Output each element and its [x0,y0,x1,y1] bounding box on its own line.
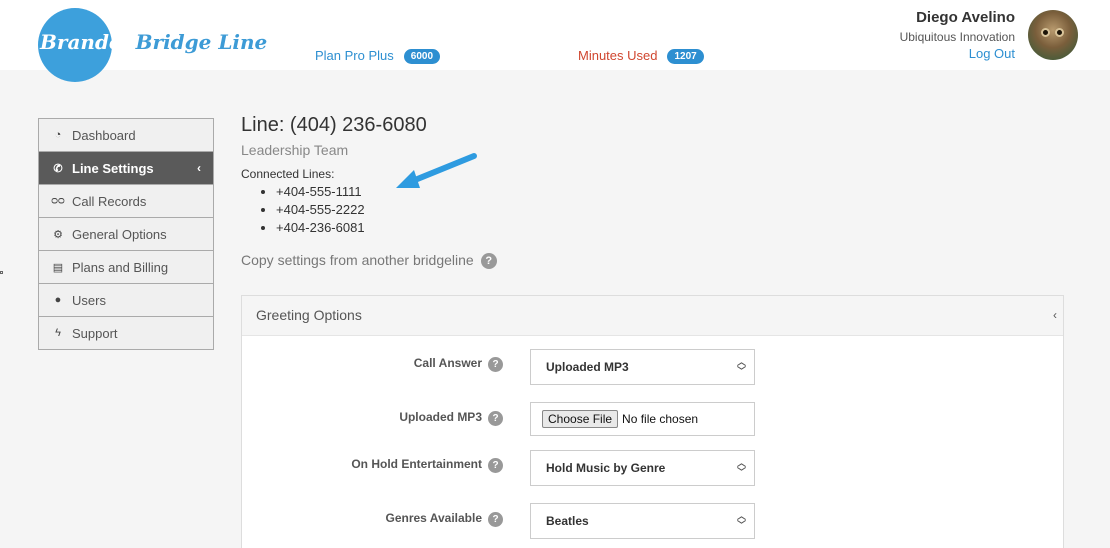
annotation-arrow-icon [396,153,477,188]
list-item: +404-236-6081 [276,219,365,237]
call-answer-label: Call Answer [413,356,482,370]
page-title: Line: (404) 236-6080 [241,114,427,136]
logo-text-branded: Branded [40,30,136,54]
voicemail-icon: ᴑᴑ [51,195,65,207]
sidebar-item-label: Line Settings [72,160,154,176]
sidebar-item-label: Dashboard [72,127,136,143]
chevron-left-icon: ‹ [197,161,201,175]
panel-header[interactable]: Greeting Options ‹ [242,296,1063,336]
connected-lines-label: Connected Lines: [241,167,335,181]
file-status: No file chosen [622,412,699,426]
connected-lines-list: +404-555-1111 +404-555-2222 +404-236-608… [261,183,365,237]
avatar-eye-right [1055,28,1064,37]
minutes-badge: 1207 [667,49,704,64]
genres-select[interactable]: Beatles ︿ ﹀ [530,503,755,539]
help-icon[interactable]: ? [488,357,503,372]
logo-text-bridgeline: Bridge Line [135,30,268,54]
list-item: +404-555-1111 [276,183,365,201]
minutes-indicator: Minutes Used 1207 [578,48,704,64]
mp3-file-input: Choose File No file chosen [530,402,755,436]
sidebar-item-plans-billing[interactable]: ▤ Plans and Billing [39,251,213,284]
choose-file-button[interactable]: Choose File [542,410,619,428]
up-down-chevron-icon: ︿ ﹀ [736,357,746,376]
minutes-label: Minutes Used [578,48,658,63]
user-name: Diego Avelino [916,9,1015,26]
logo-text[interactable]: BrandedBridge Line [40,30,267,54]
copy-settings-label: Copy settings from another bridgeline [241,252,474,268]
sidebar-item-label: Plans and Billing [72,259,169,275]
on-hold-label: On Hold Entertainment [351,457,482,471]
sidebar-item-general-options[interactable]: ⚙ General Options [39,218,213,251]
sidebar-item-line-settings[interactable]: ✆ Line Settings ‹ [39,152,213,185]
on-hold-select[interactable]: Hold Music by Genre ︿ ﹀ [530,450,755,486]
help-icon[interactable]: ? [480,253,497,270]
phone-icon: ✆ [53,162,63,175]
sidebar-item-label: Users [72,292,106,308]
top-header: BrandedBridge Line Plan Pro Plus 6000 Min… [0,0,1110,82]
sidebar-item-label: General Options [72,226,167,242]
uploaded-mp3-label: Uploaded MP3 [399,410,482,424]
bolt-icon: ϟ [55,327,61,339]
sidebar-item-support[interactable]: ϟ Support [39,317,213,350]
gauge-icon: ◔ [54,129,62,141]
help-icon[interactable]: ? [488,411,503,426]
user-icon: ● [54,294,62,306]
avatar-eye-left [1041,28,1050,37]
up-down-chevron-icon: ︿ ﹀ [736,458,746,477]
sidebar-item-call-records[interactable]: ᴑᴑ Call Records [39,185,213,218]
sidebar-item-label: Call Records [72,193,147,209]
genres-label: Genres Available [385,511,483,525]
genres-value: Beatles [546,514,589,528]
edge-marker [0,271,3,274]
sidebar-item-users[interactable]: ● Users [39,284,213,317]
greeting-options-panel: Greeting Options ‹ Call Answer ? Uploade… [241,295,1064,548]
logout-link[interactable]: Log Out [969,46,1015,61]
up-down-chevron-icon: ︿ ﹀ [736,511,746,530]
line-subtitle: Leadership Team [241,142,349,158]
sidebar-item-label: Support [72,325,118,341]
plan-badge: 6000 [403,49,441,64]
plan-label: Plan Pro Plus [315,48,394,63]
call-answer-value: Uploaded MP3 [546,360,629,374]
call-answer-select[interactable]: Uploaded MP3 ︿ ﹀ [530,349,755,385]
sidebar-nav: ◔ Dashboard ✆ Line Settings ‹ ᴑᴑ Call Re… [38,118,214,350]
help-icon[interactable]: ? [488,458,503,473]
on-hold-value: Hold Music by Genre [546,461,666,475]
plan-indicator: Plan Pro Plus 6000 [315,48,441,64]
chevron-left-icon[interactable]: ‹ [1053,296,1057,335]
panel-title: Greeting Options [256,307,362,323]
gear-icon: ⚙ [53,228,63,241]
avatar[interactable] [1028,10,1078,60]
card-icon: ▤ [52,261,64,274]
help-icon[interactable]: ? [488,512,503,527]
list-item: +404-555-2222 [276,201,365,219]
copy-settings-link[interactable]: Copy settings from another bridgeline? [241,252,497,270]
user-org: Ubiquitous Innovation [899,30,1015,44]
sidebar-item-dashboard[interactable]: ◔ Dashboard [39,119,213,152]
